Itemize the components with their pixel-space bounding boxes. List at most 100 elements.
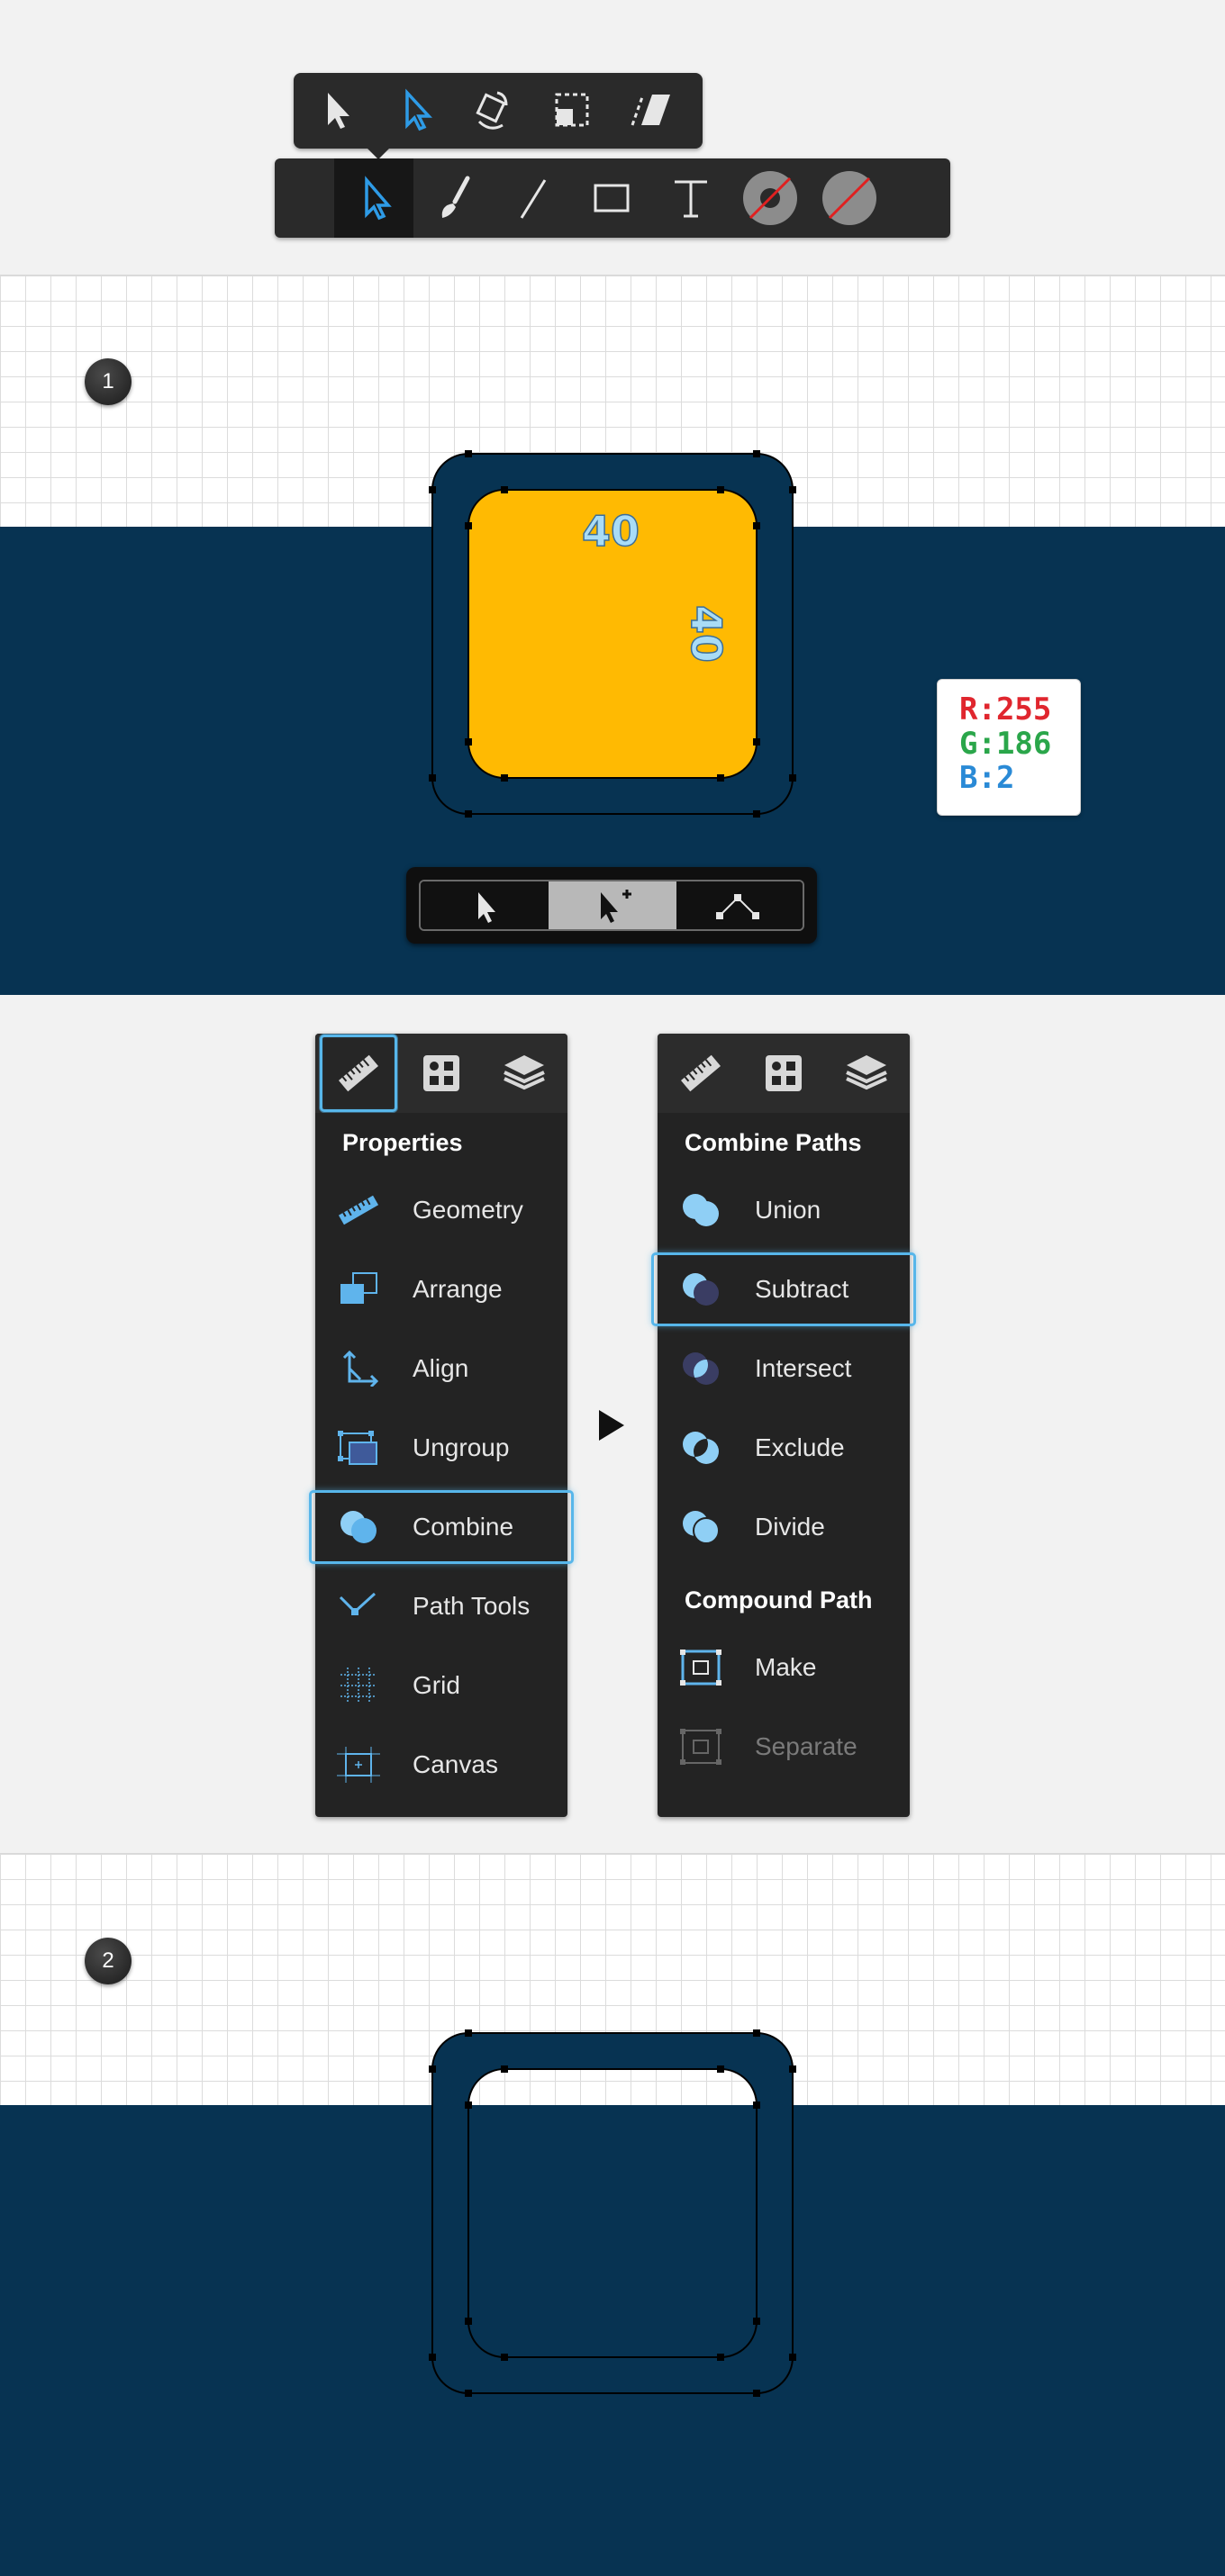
transform-subtoolbar xyxy=(294,73,703,159)
selection-arrow-button[interactable] xyxy=(294,73,373,149)
text-tool-button[interactable] xyxy=(651,158,730,238)
menu-item-label: Subtract xyxy=(755,1275,849,1303)
add-anchor-button[interactable] xyxy=(549,881,676,929)
fill-color-button[interactable] xyxy=(810,158,889,238)
node-toolbar xyxy=(406,867,817,944)
next-step-arrow-icon xyxy=(599,1410,624,1441)
line-icon xyxy=(520,179,547,219)
menu-item-label: Ungroup xyxy=(413,1433,510,1461)
menu-item-label: Make xyxy=(755,1653,817,1681)
anchor-points[interactable] xyxy=(429,2029,796,2397)
menu-item-geometry[interactable]: Geometry xyxy=(315,1174,567,1246)
select-icon xyxy=(478,892,495,923)
menu-item-union[interactable]: Union xyxy=(658,1174,910,1246)
tab-geometry[interactable] xyxy=(661,1034,740,1113)
shapes-icon xyxy=(423,1055,459,1091)
combine-paths-panel: Combine Paths Union Subtract Intersect E… xyxy=(651,1034,916,1817)
align-icon xyxy=(342,1351,379,1387)
arrange-icon xyxy=(340,1272,377,1304)
union-icon xyxy=(683,1194,719,1226)
direct-selection-arrow-icon xyxy=(405,88,432,131)
brush-icon xyxy=(441,176,470,218)
menu-item-align[interactable]: Align xyxy=(315,1333,567,1405)
properties-panel: Properties Geometry Arrange Align Ungrou… xyxy=(309,1034,574,1817)
color-values-card: R:255 G:186 B:2 xyxy=(937,679,1081,816)
direct-selection-arrow-button[interactable] xyxy=(373,73,452,149)
text-icon xyxy=(675,180,707,218)
green-value: G:186 xyxy=(959,726,1052,762)
menu-item-label: Combine xyxy=(413,1513,514,1541)
tab-shapes[interactable] xyxy=(402,1034,481,1113)
menu-item-combine[interactable]: Combine xyxy=(309,1490,574,1564)
combine-icon xyxy=(340,1511,377,1543)
menu-item-label: Geometry xyxy=(413,1196,523,1224)
layers-icon xyxy=(846,1055,887,1090)
menu-item-make[interactable]: Make xyxy=(658,1631,910,1704)
rounded-square-artwork[interactable]: 40 40 xyxy=(423,445,802,823)
panel-tabs xyxy=(658,1034,910,1113)
rotate-transform-button[interactable] xyxy=(452,73,531,149)
menu-item-ungroup[interactable]: Ungroup xyxy=(315,1412,567,1484)
separate-icon xyxy=(680,1729,721,1765)
node-select-button[interactable] xyxy=(421,881,549,929)
menu-item-subtract[interactable]: Subtract xyxy=(651,1252,916,1326)
ungroup-icon xyxy=(338,1431,377,1465)
menu-item-canvas[interactable]: Canvas xyxy=(315,1729,567,1801)
menu-item-label: Align xyxy=(413,1354,469,1382)
menu-item-label: Separate xyxy=(755,1732,858,1760)
mask-transform-button[interactable] xyxy=(531,73,611,149)
canvas-icon xyxy=(337,1747,380,1783)
subtoolbar-pointer xyxy=(366,147,391,159)
main-toolbar xyxy=(275,158,950,238)
tab-shapes[interactable] xyxy=(744,1034,823,1113)
step-badge: 1 xyxy=(85,358,132,405)
selection-arrow-icon xyxy=(365,176,392,221)
menu-item-label: Exclude xyxy=(755,1433,845,1461)
menu-item-intersect[interactable]: Intersect xyxy=(658,1333,910,1405)
corner-radius-label-side: 40 xyxy=(682,605,730,663)
corner-radius-label-top: 40 xyxy=(582,507,640,556)
menu-item-label: Arrange xyxy=(413,1275,503,1303)
brush-tool-button[interactable] xyxy=(413,158,493,238)
path-tools-icon xyxy=(339,1592,377,1615)
menu-item-arrange[interactable]: Arrange xyxy=(315,1253,567,1325)
menu-item-label: Grid xyxy=(413,1671,460,1699)
subtract-icon xyxy=(683,1273,719,1306)
blue-value: B:2 xyxy=(959,760,1015,796)
combine-paths-heading: Combine Paths xyxy=(685,1129,862,1156)
menu-item-label: Divide xyxy=(755,1513,825,1541)
selection-tool-button[interactable] xyxy=(334,158,413,238)
menu-item-label: Intersect xyxy=(755,1354,852,1382)
node-icon xyxy=(716,894,759,919)
intersect-icon xyxy=(683,1352,719,1385)
menu-item-divide[interactable]: Divide xyxy=(658,1491,910,1563)
tab-layers[interactable] xyxy=(827,1034,906,1113)
tab-geometry[interactable] xyxy=(319,1034,398,1113)
layers-icon xyxy=(504,1055,545,1090)
menu-item-exclude[interactable]: Exclude xyxy=(658,1412,910,1484)
skew-transform-button[interactable] xyxy=(611,73,690,149)
rectangle-tool-button[interactable] xyxy=(572,158,651,238)
rotate-transform-icon xyxy=(476,91,508,130)
menu-item-label: Path Tools xyxy=(413,1592,531,1620)
skew-transform-icon xyxy=(631,94,670,126)
grid-icon xyxy=(340,1668,377,1704)
tab-layers[interactable] xyxy=(485,1034,564,1113)
menu-item-grid[interactable]: Grid xyxy=(315,1650,567,1722)
node-edit-button[interactable] xyxy=(676,881,803,929)
stroke-color-button[interactable] xyxy=(730,158,810,238)
menu-item-path-tools[interactable]: Path Tools xyxy=(315,1570,567,1642)
red-value: R:255 xyxy=(959,691,1052,728)
subtracted-shape-artwork[interactable] xyxy=(423,2024,802,2402)
menu-item-label: Canvas xyxy=(413,1750,498,1778)
menu-item-separate: Separate xyxy=(658,1711,910,1783)
line-tool-button[interactable] xyxy=(493,158,572,238)
rectangle-icon xyxy=(594,184,630,212)
divide-icon xyxy=(683,1511,720,1544)
selection-arrow-icon xyxy=(328,93,349,129)
ruler-icon xyxy=(338,1195,379,1225)
panel-tabs xyxy=(315,1034,567,1113)
mask-transform-icon xyxy=(555,93,589,127)
shapes-icon xyxy=(766,1055,802,1091)
menu-item-label: Union xyxy=(755,1196,821,1224)
